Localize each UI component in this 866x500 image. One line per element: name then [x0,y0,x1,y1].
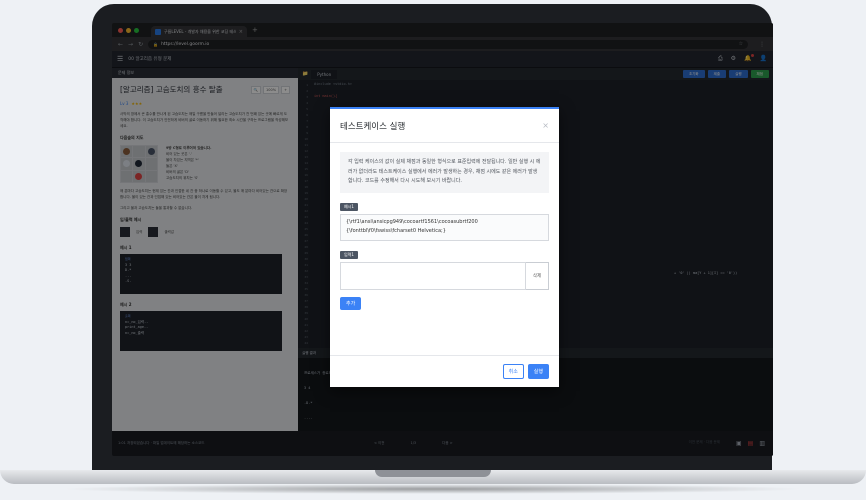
laptop-frame: 구름LEVEL - 개발자 채용을 위한 코딩 테스트 × + ← → ↻ 🔒 … [0,0,866,500]
testcase-modal: 테스트케이스 실행 × 각 입력 케이스의 값이 실제 채점과 동일한 형식으로… [330,107,559,387]
laptop-base [0,466,866,500]
delete-button[interactable]: 삭제 [526,261,549,290]
run-testcase-button[interactable]: 실행 [527,364,549,379]
add-testcase-button[interactable]: 추가 [340,296,362,310]
modal-title: 테스트케이스 실행 [340,121,406,132]
close-icon[interactable]: × [542,121,549,130]
modal-info-text: 각 입력 케이스의 값이 실제 채점과 동일한 형식으로 표준입력에 전달됩니다… [340,152,549,193]
example-chip: 예시1 [340,202,358,211]
cancel-button[interactable]: 취소 [502,364,524,379]
example-value-box: {\rtf1\ansi\ansicpg949\cocoartf1561\coco… [340,213,549,241]
laptop-screen: 구름LEVEL - 개발자 채용을 위한 코딩 테스트 × + ← → ↻ 🔒 … [112,23,773,456]
testcase-input-field[interactable] [340,261,526,290]
input-chip: 입력1 [340,250,358,259]
